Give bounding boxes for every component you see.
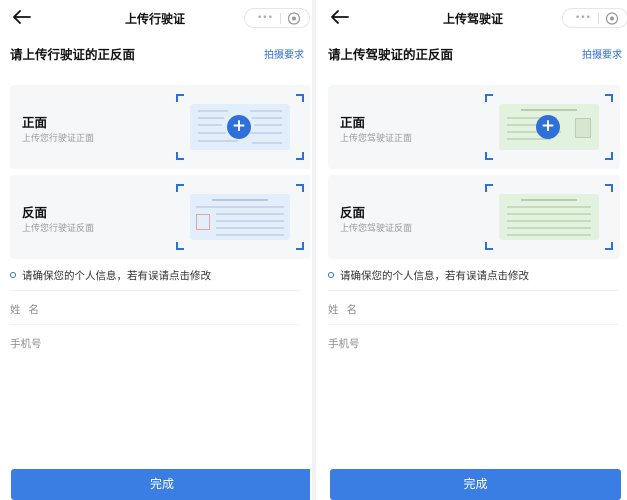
license-placeholder-image [499, 194, 599, 240]
capsule-divider [598, 13, 599, 24]
frame-corner [176, 242, 184, 250]
stamp-icon [196, 214, 210, 230]
upload-frame[interactable]: + [176, 94, 304, 160]
name-field[interactable]: 姓名 [328, 302, 365, 317]
card-title: 正面 [340, 115, 366, 130]
frame-corner [296, 242, 304, 250]
mini-program-capsule[interactable]: ••• [562, 8, 627, 28]
frame-corner [176, 94, 184, 102]
upload-front-card[interactable]: 正面 上传您驾驶证正面 + [328, 85, 620, 169]
card-title: 正面 [22, 115, 48, 130]
avatar [575, 118, 591, 138]
license-placeholder-image [190, 194, 290, 240]
upload-frame[interactable]: + [485, 94, 613, 160]
phone-field[interactable]: 手机号 [328, 336, 360, 351]
upload-frame[interactable] [176, 184, 304, 250]
heading-row: 请上传驾驶证的正反面 拍摄要求 [328, 44, 622, 62]
card-subtitle: 上传您行驶证正面 [22, 134, 95, 144]
frame-corner [296, 152, 304, 160]
divider [10, 290, 300, 291]
photo-requirements-link[interactable]: 拍摄要求 [582, 46, 622, 61]
divider [328, 290, 618, 291]
divider [328, 324, 618, 325]
section-heading: 请上传驾驶证的正反面 [328, 47, 454, 62]
upload-front-card[interactable]: 正面 上传您行驶证正面 + [10, 85, 310, 169]
divider [10, 324, 300, 325]
card-subtitle: 上传您驾驶证正面 [340, 134, 413, 144]
frame-corner [296, 94, 304, 102]
plus-icon[interactable]: + [536, 115, 560, 139]
more-dots-icon[interactable]: ••• [575, 13, 591, 23]
notice-text: 请确保您的个人信息，若有误请点击修改 [340, 270, 529, 282]
photo-requirements-link[interactable]: 拍摄要求 [264, 46, 304, 61]
license-placeholder-image: + [190, 104, 290, 150]
heading-row: 请上传行驶证的正反面 拍摄要求 [10, 44, 304, 62]
notice-text: 请确保您的个人信息，若有误请点击修改 [22, 270, 211, 282]
info-notice: 请确保您的个人信息，若有误请点击修改 [328, 268, 529, 283]
section-heading: 请上传行驶证的正反面 [10, 47, 136, 62]
card-title: 反面 [340, 205, 366, 220]
screen-driver-license: 上传驾驶证 ••• 请上传驾驶证的正反面 拍摄要求 正面 上传您驾驶证正面 + … [318, 0, 627, 500]
screen-divider [312, 0, 316, 500]
license-placeholder-image: + [499, 104, 599, 150]
frame-corner [485, 184, 493, 192]
upload-frame[interactable] [485, 184, 613, 250]
frame-corner [485, 242, 493, 250]
upload-back-card[interactable]: 反面 上传您行驶证反面 [10, 175, 310, 259]
frame-corner [296, 184, 304, 192]
done-button[interactable]: 完成 [330, 469, 621, 500]
frame-corner [485, 94, 493, 102]
frame-corner [485, 152, 493, 160]
info-notice: 请确保您的个人信息，若有误请点击修改 [10, 268, 211, 283]
name-field[interactable]: 姓名 [10, 302, 47, 317]
card-title: 反面 [22, 205, 48, 220]
frame-corner [605, 242, 613, 250]
frame-corner [176, 152, 184, 160]
screen-vehicle-license: 上传行驶证 ••• 请上传行驶证的正反面 拍摄要求 正面 上传您行驶证正面 + … [0, 0, 310, 500]
capsule-divider [280, 13, 281, 24]
upload-back-card[interactable]: 反面 上传您驾驶证反面 [328, 175, 620, 259]
nav-bar: 上传行驶证 ••• [0, 0, 310, 36]
frame-corner [176, 184, 184, 192]
info-dot-icon [10, 272, 16, 278]
nav-bar: 上传驾驶证 ••• [318, 0, 627, 36]
frame-corner [605, 94, 613, 102]
plus-icon[interactable]: + [227, 115, 251, 139]
done-button[interactable]: 完成 [11, 469, 310, 500]
frame-corner [605, 152, 613, 160]
mini-program-capsule[interactable]: ••• [244, 8, 310, 28]
card-subtitle: 上传您行驶证反面 [22, 224, 95, 234]
frame-corner [605, 184, 613, 192]
info-dot-icon [328, 272, 334, 278]
phone-field[interactable]: 手机号 [10, 336, 42, 351]
card-subtitle: 上传您驾驶证反面 [340, 224, 413, 234]
eye-icon[interactable] [605, 12, 619, 25]
eye-icon[interactable] [287, 12, 301, 25]
more-dots-icon[interactable]: ••• [257, 13, 273, 23]
